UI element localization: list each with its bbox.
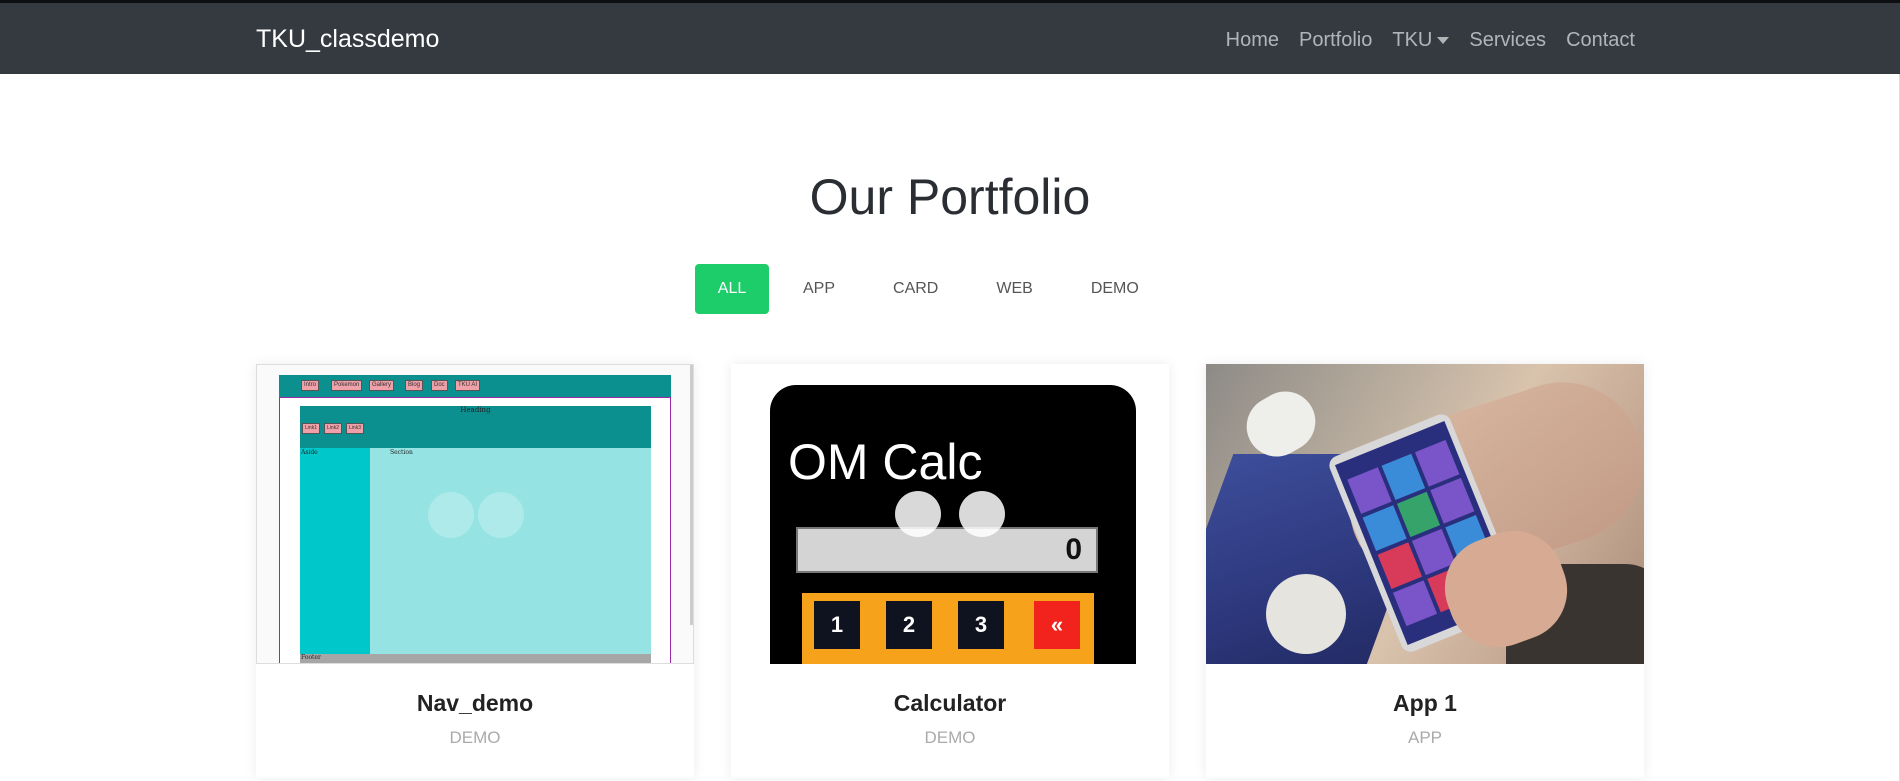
nav-link-services[interactable]: Services	[1469, 29, 1546, 52]
navbar: TKU_classdemo Home Portfolio TKU Service…	[0, 3, 1900, 74]
portfolio-card-calculator[interactable]: OM Calc 0 1 2 3 « Calculator DEMO	[731, 364, 1169, 778]
demo-nav-button: Blog	[405, 380, 424, 391]
demo-link: Link1	[302, 423, 320, 434]
demo-aside-label: Aside	[301, 449, 318, 456]
carousel-dot[interactable]	[959, 491, 1005, 537]
demo-header: Heading Link1 Link2 Link3	[300, 406, 651, 448]
demo-layout-frame: Heading Link1 Link2 Link3 Aside Section …	[279, 397, 671, 663]
card-title[interactable]: Calculator	[731, 690, 1169, 717]
demo-nav-button: Intro	[301, 380, 320, 391]
calculator-body: OM Calc 0 1 2 3 «	[770, 385, 1136, 664]
filter-demo[interactable]: DEMO	[1067, 264, 1163, 314]
demo-nav-bar: Intro Pokemon Gallery Blog Doc TKU AI	[279, 375, 671, 397]
nav-dropdown-tku[interactable]: TKU	[1392, 29, 1450, 52]
filter-card[interactable]: CARD	[869, 264, 962, 314]
caret-down-icon	[1437, 37, 1450, 44]
thumbnail-scrollbar	[690, 365, 693, 625]
demo-section: Section	[370, 448, 651, 654]
demo-footer-label: Footer	[301, 654, 321, 661]
portfolio-card-nav-demo[interactable]: Intro Pokemon Gallery Blog Doc TKU AI He…	[256, 364, 694, 778]
filter-all[interactable]: ALL	[695, 264, 769, 314]
calc-key-2: 2	[886, 601, 932, 649]
section-heading: Our Portfolio	[809, 169, 1091, 225]
card-category: DEMO	[449, 728, 501, 747]
photo-shoe	[1266, 574, 1346, 654]
calculator-keypad: 1 2 3 «	[802, 593, 1094, 664]
demo-aside: Aside	[300, 448, 370, 654]
calc-key-1: 1	[814, 601, 860, 649]
demo-heading-label: Heading	[460, 406, 491, 414]
card-category: APP	[1407, 728, 1443, 747]
demo-nav-button: TKU AI	[455, 380, 481, 391]
nav-link-portfolio[interactable]: Portfolio	[1299, 29, 1372, 52]
portfolio-filters: ALL APP CARD WEB DEMO	[695, 264, 1173, 314]
nav-link-contact[interactable]: Contact	[1566, 29, 1635, 52]
card-title[interactable]: App 1	[1206, 690, 1644, 717]
app-1-photo[interactable]	[1206, 364, 1644, 664]
demo-link: Link3	[346, 423, 364, 434]
calculator-display: 0	[796, 527, 1098, 573]
carousel-dot[interactable]	[895, 491, 941, 537]
nav-links: Home Portfolio TKU Services Contact	[1206, 29, 1635, 52]
filter-app[interactable]: APP	[779, 264, 859, 314]
demo-section-label: Section	[390, 449, 413, 456]
carousel-dot[interactable]	[428, 492, 474, 538]
nav-demo-thumbnail[interactable]: Intro Pokemon Gallery Blog Doc TKU AI He…	[256, 364, 694, 664]
calc-key-backspace: «	[1034, 601, 1080, 649]
carousel-dot[interactable]	[478, 492, 524, 538]
demo-footer: Footer	[300, 654, 651, 663]
demo-nav-button: Doc	[431, 380, 448, 391]
filter-web[interactable]: WEB	[972, 264, 1056, 314]
calculator-title: OM Calc	[788, 434, 983, 490]
portfolio-card-app-1[interactable]: App 1 APP	[1206, 364, 1644, 778]
card-title[interactable]: Nav_demo	[256, 690, 694, 717]
demo-nav-button: Pokemon	[331, 380, 363, 391]
demo-nav-button: Gallery	[369, 380, 395, 391]
calc-key-3: 3	[958, 601, 1004, 649]
brand-link[interactable]: TKU_classdemo	[256, 25, 439, 54]
nav-link-home[interactable]: Home	[1226, 29, 1279, 52]
nav-dropdown-tku-label: TKU	[1392, 29, 1433, 51]
demo-link: Link2	[324, 423, 342, 434]
card-category: DEMO	[924, 728, 976, 747]
calculator-thumbnail[interactable]: OM Calc 0 1 2 3 «	[731, 364, 1169, 664]
